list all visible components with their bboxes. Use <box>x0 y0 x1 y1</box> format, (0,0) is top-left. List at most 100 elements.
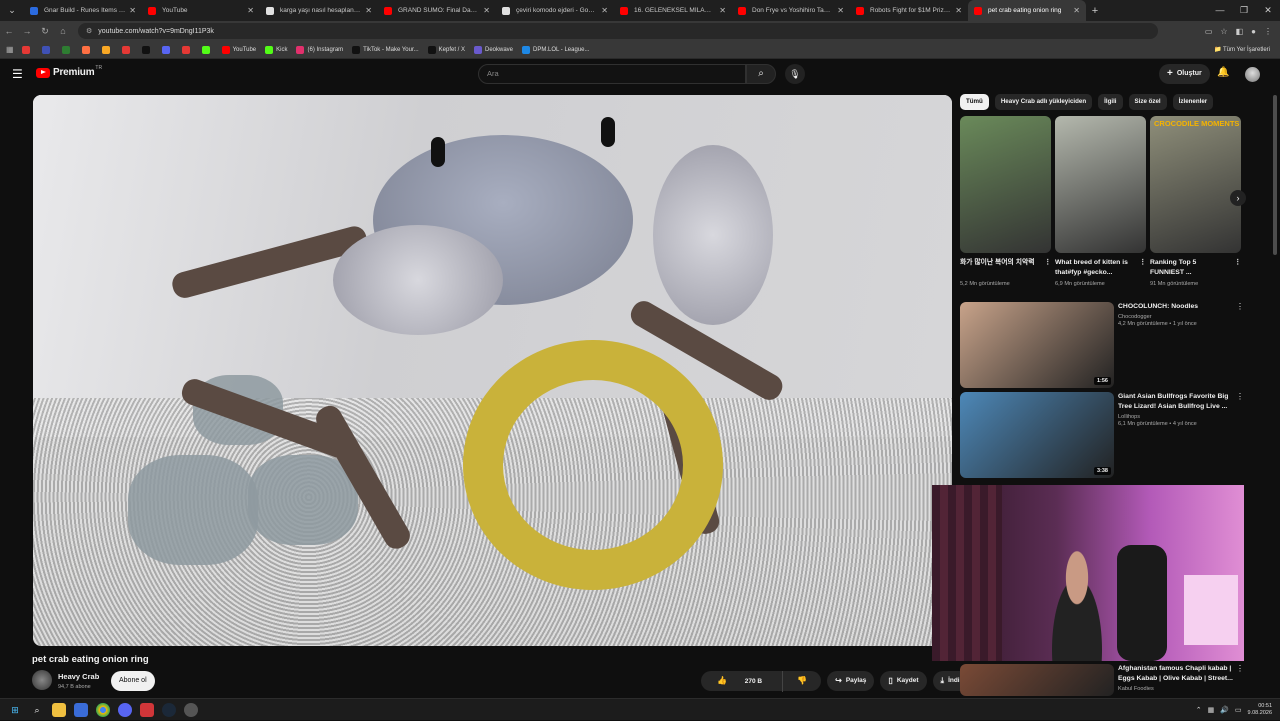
filter-chip[interactable]: Tümü <box>960 94 989 110</box>
recommended-video[interactable]: 1:56 CHOCOLUNCH: Noodles Chocodogger 4,2 Mn… <box>960 302 1250 390</box>
short-thumbnail[interactable] <box>960 116 1051 253</box>
apps-icon[interactable]: ▦ <box>6 45 14 54</box>
browser-tab[interactable]: YouTube ✕ <box>142 0 260 21</box>
network-icon[interactable]: ▦ <box>1208 706 1215 714</box>
more-options-icon[interactable]: ⋮ <box>1236 302 1244 311</box>
bookmark-item[interactable]: Kepfet / X <box>427 45 465 54</box>
battery-icon[interactable]: ▭ <box>1235 706 1242 714</box>
tab-close-icon[interactable]: ✕ <box>719 6 726 15</box>
video-thumbnail[interactable]: 1:56 <box>960 302 1114 388</box>
discord-icon[interactable] <box>118 702 132 717</box>
tab-search-icon[interactable]: ⌄ <box>0 0 24 21</box>
close-window-icon[interactable]: ✕ <box>1256 0 1280 21</box>
extensions-icon[interactable]: ◧ <box>1236 27 1244 36</box>
bookmark-item[interactable] <box>181 45 193 54</box>
shorts-next-button[interactable]: › <box>1230 190 1246 206</box>
bookmark-item[interactable]: Kick <box>265 45 287 54</box>
subscribe-button[interactable]: Abone ol <box>111 671 155 691</box>
search-icon[interactable]: ⌕ <box>30 703 44 717</box>
browser-tab[interactable]: 16. GELENEKSEL MİLAS DEVE G✕ <box>614 0 732 21</box>
site-info-icon[interactable]: ⚙ <box>86 27 92 35</box>
tab-close-icon[interactable]: ✕ <box>601 6 608 15</box>
youtube-logo[interactable]: Premium TR <box>36 65 102 78</box>
more-options-icon[interactable]: ⋮ <box>1044 258 1051 268</box>
voice-search-button[interactable]: 🎙 <box>785 64 805 84</box>
tray-chevron-icon[interactable]: ⌃ <box>1196 706 1202 714</box>
search-input[interactable]: Ara <box>478 64 746 84</box>
channel-avatar[interactable] <box>32 670 52 690</box>
bookmark-item[interactable] <box>81 45 93 54</box>
browser-tab[interactable]: karga yaşı nasıl hesaplanır - Go ✕ <box>260 0 378 21</box>
browser-tab[interactable]: çeviri komodo ejderi - Google ✕ <box>496 0 614 21</box>
bookmark-item[interactable] <box>61 45 73 54</box>
like-button[interactable]: 👍 270 B <box>701 671 778 692</box>
channel-name[interactable]: Chocodogger <box>1118 314 1250 320</box>
browser-tab[interactable]: Don Frye vs Yoshihiro Takayama ✕ <box>732 0 850 21</box>
browser-tab[interactable]: Gnar Build - Runes Items Skill ✕ <box>24 0 142 21</box>
channel-name[interactable]: Heavy Crab <box>58 672 99 681</box>
channel-name[interactable]: Lollihops <box>1118 414 1250 420</box>
menu-icon[interactable]: ☰ <box>12 67 23 81</box>
volume-icon[interactable]: 🔊 <box>1220 706 1229 714</box>
share-button[interactable]: ↪ Paylaş <box>827 671 875 691</box>
dislike-button[interactable]: 👎 <box>782 670 821 692</box>
short-card[interactable]: CROCODILE MOMENTS Ranking Top 5 FUNNIEST … <box>1150 116 1241 287</box>
browser-tab[interactable]: Robots Fight for $1M Prize in C ✕ <box>850 0 968 21</box>
bookmark-item[interactable]: (6) Instagram <box>296 45 343 54</box>
maximize-icon[interactable]: ❐ <box>1232 0 1256 21</box>
recommended-video[interactable]: 3:38 Giant Asian Bullfrogs Favorite Big T… <box>960 392 1250 480</box>
tab-close-icon[interactable]: ✕ <box>483 6 490 15</box>
windows-start-icon[interactable]: ⊞ <box>8 703 22 717</box>
tab-close-icon[interactable]: ✕ <box>129 6 136 15</box>
bookmark-item[interactable] <box>141 45 153 54</box>
store-icon[interactable] <box>74 702 88 717</box>
filter-chip[interactable]: Heavy Crab adlı yükleyiciden <box>994 94 1093 110</box>
browser-tab[interactable]: pet crab eating onion ring ✕ <box>968 0 1086 21</box>
url-field[interactable]: ⚙ youtube.com/watch?v=9mDngI11P3k <box>78 23 1158 39</box>
bookmark-item[interactable] <box>201 45 213 54</box>
obs-icon[interactable] <box>184 702 198 717</box>
minimize-icon[interactable]: — <box>1208 0 1232 21</box>
tab-close-icon[interactable]: ✕ <box>955 6 962 15</box>
bookmark-item[interactable]: TikTok - Make Your... <box>352 45 419 54</box>
channel-name[interactable]: Kabul Foodies <box>1118 686 1250 692</box>
tab-close-icon[interactable]: ✕ <box>365 6 372 15</box>
bookmark-item[interactable] <box>21 45 33 54</box>
forward-icon[interactable]: → <box>18 26 36 36</box>
back-icon[interactable]: ← <box>0 26 18 36</box>
filter-chip[interactable]: İzlenenler <box>1172 94 1214 110</box>
clock[interactable]: 00:51 9.08.2026 <box>1248 703 1272 717</box>
page-scrollbar[interactable] <box>1273 95 1277 255</box>
bookmark-item[interactable]: YouTube <box>221 45 256 54</box>
video-thumbnail[interactable] <box>960 664 1114 696</box>
short-card[interactable]: 화가 많이난 복어의 치악력 ⋮ 5,2 Mn görüntüleme <box>960 116 1051 287</box>
tab-close-icon[interactable]: ✕ <box>837 6 844 15</box>
profile-icon[interactable]: ● <box>1251 27 1256 36</box>
browser-menu-icon[interactable]: ⋮ <box>1264 27 1272 36</box>
chrome-icon[interactable] <box>96 702 110 717</box>
bookmark-item[interactable] <box>101 45 113 54</box>
create-button[interactable]: + Oluştur <box>1159 64 1210 84</box>
video-thumbnail[interactable]: 3:38 <box>960 392 1114 478</box>
browser-tab[interactable]: GRAND SUMO: Final Day of the✕ <box>378 0 496 21</box>
filter-chip[interactable]: İlgili <box>1098 94 1123 110</box>
bookmark-star-icon[interactable]: ☆ <box>1220 27 1227 36</box>
notifications-icon[interactable]: 🔔 <box>1217 67 1229 78</box>
cast-icon[interactable]: ▭ <box>1205 27 1213 36</box>
riot-client-icon[interactable] <box>140 702 154 717</box>
new-tab-button[interactable]: + <box>1086 5 1104 17</box>
short-thumbnail[interactable] <box>1055 116 1146 253</box>
home-icon[interactable]: ⌂ <box>54 26 72 36</box>
bookmark-item[interactable] <box>161 45 173 54</box>
tab-close-icon[interactable]: ✕ <box>1073 6 1080 15</box>
all-bookmarks-link[interactable]: 📁 Tüm Yer İşaretleri <box>1214 46 1270 53</box>
more-options-icon[interactable]: ⋮ <box>1236 392 1244 401</box>
video-player[interactable] <box>33 95 952 646</box>
account-avatar[interactable] <box>1245 67 1260 82</box>
save-button[interactable]: ▯ Kaydet <box>880 671 927 691</box>
short-thumbnail[interactable]: CROCODILE MOMENTS <box>1150 116 1241 253</box>
more-options-icon[interactable]: ⋮ <box>1234 258 1241 268</box>
short-card[interactable]: What breed of kitten is that#fyp #gecko.… <box>1055 116 1146 287</box>
bookmark-item[interactable]: Deokwave <box>474 45 513 54</box>
bookmark-item[interactable] <box>41 45 53 54</box>
